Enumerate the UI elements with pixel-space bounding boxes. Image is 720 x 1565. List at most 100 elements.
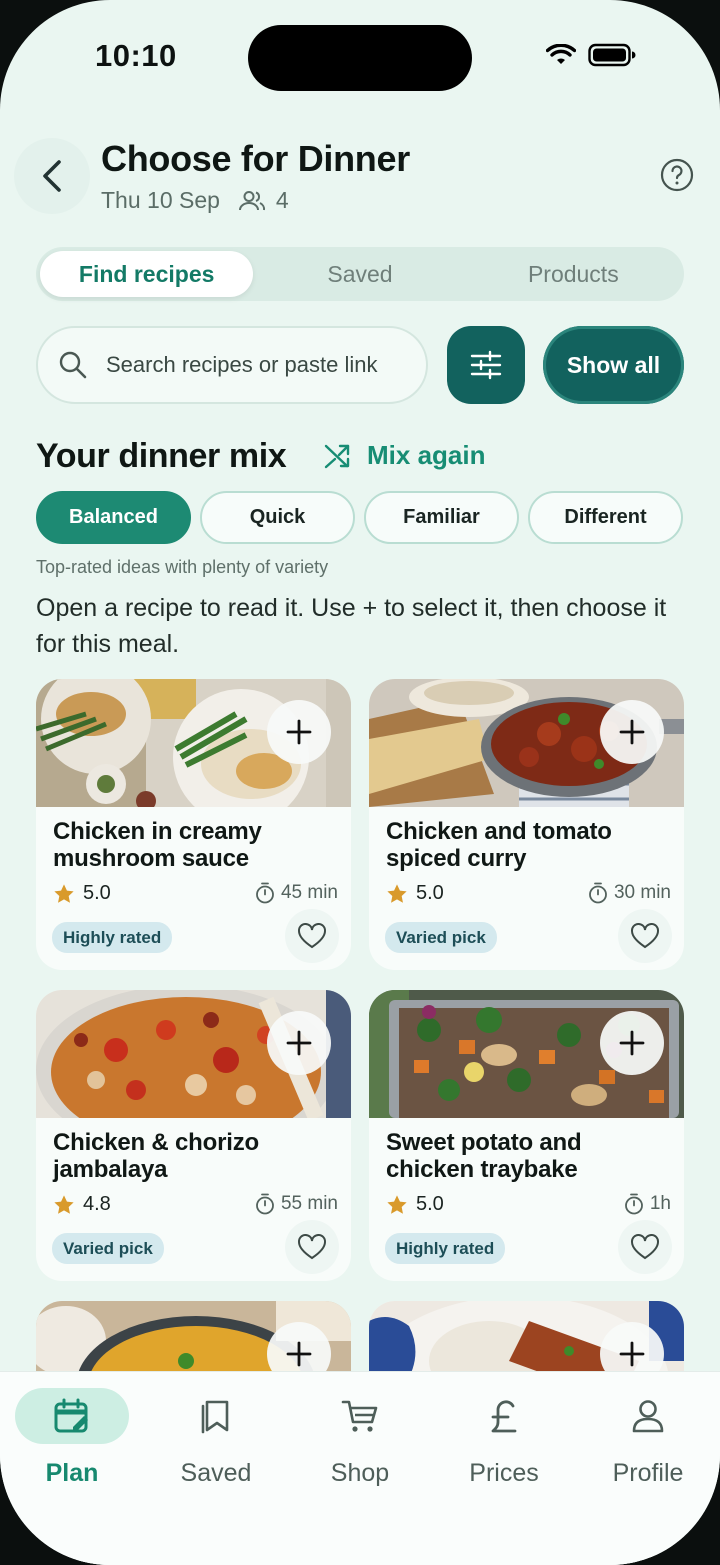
star-icon <box>54 883 74 903</box>
recipe-card[interactable]: Chicken and tomato spiced curry 5.0 30 m… <box>369 679 684 970</box>
recipe-name: Chicken and tomato spiced curry <box>386 818 612 872</box>
recipe-card[interactable]: Chicken in creamy mushroom sauce 5.0 45 … <box>36 679 351 970</box>
nav-shop-icon-wrap <box>303 1388 417 1444</box>
instructions-text: Open a recipe to read it. Use + to selec… <box>36 594 667 658</box>
timer-icon <box>624 1193 643 1215</box>
plus-icon <box>286 719 312 745</box>
nav-saved[interactable]: Saved <box>146 1388 286 1488</box>
heart-icon <box>631 1234 659 1260</box>
mix-filter-chips: Balanced Quick Familiar Different <box>36 491 683 544</box>
recipe-name: Sweet potato and chicken traybake <box>386 1129 582 1183</box>
nav-profile[interactable]: Profile <box>578 1388 718 1488</box>
person-icon <box>632 1400 664 1433</box>
plus-icon <box>286 1341 312 1367</box>
recipe-rating: 5.0 <box>386 1193 444 1216</box>
calendar-edit-icon <box>54 1398 88 1433</box>
nav-plan[interactable]: Plan <box>2 1388 142 1488</box>
recipe-card[interactable]: Sweet potato and chicken traybake 5.0 1h… <box>369 990 684 1281</box>
help-icon[interactable] <box>660 158 694 192</box>
recipe-name: Chicken in creamy mushroom sauce <box>53 818 262 872</box>
people-number: 4 <box>275 187 289 213</box>
search-box[interactable] <box>36 326 428 404</box>
filter-button[interactable] <box>447 326 525 404</box>
favorite-button[interactable] <box>618 1220 672 1274</box>
chip-balanced[interactable]: Balanced <box>36 491 191 544</box>
search-input[interactable] <box>106 352 416 378</box>
mix-again-button[interactable]: Mix again <box>323 440 485 471</box>
app-screen: 10:10 Choose for Dinner Thu 10 Sep 4 Fin… <box>0 0 720 1565</box>
section-title: Your dinner mix <box>36 437 287 475</box>
tab-products[interactable]: Products <box>467 251 680 297</box>
rating-value: 5.0 <box>416 1193 444 1215</box>
people-icon <box>238 190 265 210</box>
nav-prices-label: Prices <box>469 1459 539 1487</box>
shuffle-icon <box>324 444 350 468</box>
bookmark-icon <box>201 1400 229 1434</box>
cart-icon <box>341 1400 378 1432</box>
battery-icon <box>588 43 636 67</box>
nav-prices[interactable]: Prices <box>434 1388 574 1488</box>
timer-icon <box>256 882 274 904</box>
plus-icon <box>619 719 645 745</box>
recipe-time: 1h <box>624 1193 671 1215</box>
nav-shop[interactable]: Shop <box>290 1388 430 1488</box>
bottom-navigation: Plan Saved Shop Prices Profile <box>0 1371 720 1565</box>
plus-icon <box>619 1341 645 1367</box>
add-recipe-button[interactable] <box>600 700 664 764</box>
add-recipe-button[interactable] <box>600 1011 664 1075</box>
recipe-time: 30 min <box>588 882 671 904</box>
nav-profile-label: Profile <box>612 1459 684 1487</box>
timer-icon <box>256 1193 274 1215</box>
rating-value: 4.8 <box>83 1193 111 1215</box>
chip-different[interactable]: Different <box>528 491 683 544</box>
recipe-rating: 5.0 <box>53 882 111 905</box>
plus-icon <box>619 1030 645 1056</box>
heart-icon <box>298 1234 326 1260</box>
rating-value: 5.0 <box>83 882 111 904</box>
sliders-icon <box>470 350 502 380</box>
favorite-button[interactable] <box>285 909 339 963</box>
recipe-badge: Varied pick <box>385 922 497 953</box>
favorite-button[interactable] <box>285 1220 339 1274</box>
page-title: Choose for Dinner <box>101 138 410 179</box>
nav-saved-label: Saved <box>180 1459 252 1487</box>
nav-shop-label: Shop <box>330 1459 390 1487</box>
time-value: 45 min <box>280 882 338 903</box>
nav-profile-icon-wrap <box>591 1388 705 1444</box>
recipe-badge: Highly rated <box>52 922 173 953</box>
star-icon <box>387 883 407 903</box>
time-value: 1h <box>649 1193 671 1214</box>
time-value: 55 min <box>280 1193 338 1214</box>
heart-icon <box>631 923 659 949</box>
nav-plan-label: Plan <box>45 1459 99 1487</box>
recipe-source-tabs: Find recipes Saved Products <box>36 247 684 301</box>
recipe-time: 55 min <box>255 1193 338 1215</box>
recipe-card[interactable]: Chicken & chorizo jambalaya 4.8 55 min V… <box>36 990 351 1281</box>
heart-icon <box>298 923 326 949</box>
nav-plan-icon-wrap <box>15 1388 129 1444</box>
star-icon <box>387 1194 407 1214</box>
wifi-icon <box>546 44 576 64</box>
chip-familiar[interactable]: Familiar <box>364 491 519 544</box>
mix-again-label: Mix again <box>367 440 486 470</box>
add-recipe-button[interactable] <box>267 1011 331 1075</box>
time-value: 30 min <box>613 882 671 903</box>
plus-icon <box>286 1030 312 1056</box>
recipe-badge: Varied pick <box>52 1233 164 1264</box>
tab-saved[interactable]: Saved <box>253 251 466 297</box>
meal-date: Thu 10 Sep <box>101 187 220 213</box>
rating-value: 5.0 <box>416 882 444 904</box>
recipe-rating: 5.0 <box>386 882 444 905</box>
chip-quick[interactable]: Quick <box>200 491 355 544</box>
favorite-button[interactable] <box>618 909 672 963</box>
star-icon <box>54 1194 74 1214</box>
tab-find-recipes[interactable]: Find recipes <box>40 251 254 297</box>
nav-prices-icon-wrap <box>447 1388 561 1444</box>
status-icons <box>546 43 636 67</box>
nav-saved-icon-wrap <box>159 1388 273 1444</box>
back-button[interactable] <box>14 138 90 214</box>
show-all-button[interactable]: Show all <box>543 326 684 404</box>
mix-description: Top-rated ideas with plenty of variety <box>36 557 329 577</box>
add-recipe-button[interactable] <box>267 700 331 764</box>
search-icon <box>59 351 87 379</box>
